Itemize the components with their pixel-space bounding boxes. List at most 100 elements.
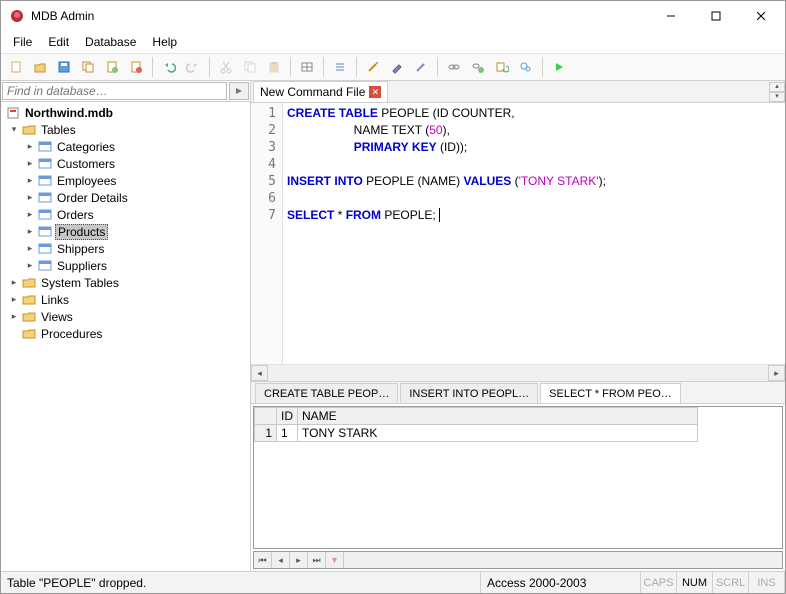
expand-icon[interactable]: ▸ <box>23 260 37 271</box>
tree-table-item[interactable]: ▸Shippers <box>1 240 250 257</box>
table-icon <box>37 190 53 206</box>
table-icon <box>37 241 53 257</box>
open-icon[interactable] <box>29 56 51 78</box>
save-icon[interactable] <box>53 56 75 78</box>
tree-table-item[interactable]: ▸Categories <box>1 138 250 155</box>
status-bar: Table "PEOPLE" dropped. Access 2000-2003… <box>1 571 785 593</box>
search-input[interactable] <box>2 82 227 100</box>
tree-table-item[interactable]: ▸Suppliers <box>1 257 250 274</box>
close-button[interactable] <box>738 2 783 30</box>
search-go-button[interactable] <box>229 82 249 100</box>
refresh-icon[interactable] <box>491 56 513 78</box>
tree-db-root[interactable]: Northwind.mdb <box>1 104 250 121</box>
expand-icon[interactable]: ▸ <box>23 243 37 254</box>
table-icon <box>37 173 53 189</box>
table-icon <box>37 156 53 172</box>
editor-tab[interactable]: New Command File ✕ <box>253 81 388 102</box>
folder-icon <box>21 275 37 291</box>
tree-tables-group[interactable]: ▾Tables <box>1 121 250 138</box>
tree-table-item[interactable]: ▸Customers <box>1 155 250 172</box>
status-engine: Access 2000-2003 <box>481 572 641 593</box>
tree-views[interactable]: ▸Views <box>1 308 250 325</box>
tree-links[interactable]: ▸Links <box>1 291 250 308</box>
tree-table-item[interactable]: ▸Employees <box>1 172 250 189</box>
nav-first-icon[interactable]: ⏮ <box>254 552 272 568</box>
tree-table-item[interactable]: ▸Orders <box>1 206 250 223</box>
nav-last-icon[interactable]: ⏭ <box>308 552 326 568</box>
table-icon <box>37 258 53 274</box>
collapse-icon[interactable]: ▾ <box>7 124 21 135</box>
new-file-icon[interactable] <box>5 56 27 78</box>
minimize-button[interactable] <box>648 2 693 30</box>
sidebar: Northwind.mdb ▾Tables ▸Categories▸Custom… <box>1 81 251 571</box>
folder-icon <box>21 326 37 342</box>
tab-close-icon[interactable]: ✕ <box>369 86 381 98</box>
folder-icon <box>21 122 37 138</box>
folder-icon <box>21 309 37 325</box>
menu-database[interactable]: Database <box>79 33 142 51</box>
tree-procedures[interactable]: Procedures <box>1 325 250 342</box>
table-icon <box>37 207 53 223</box>
expand-icon[interactable]: ▸ <box>7 277 21 288</box>
col-name[interactable]: NAME <box>298 408 698 425</box>
result-tab-insert[interactable]: INSERT INTO PEOPL… <box>400 383 538 403</box>
result-tabs: CREATE TABLE PEOP… INSERT INTO PEOPL… SE… <box>251 382 785 404</box>
results-pane: CREATE TABLE PEOP… INSERT INTO PEOPL… SE… <box>251 381 785 571</box>
title-bar: MDB Admin <box>1 1 785 31</box>
tab-scroll[interactable]: ▴▾ <box>769 82 785 102</box>
redo-icon[interactable] <box>182 56 204 78</box>
toolbar <box>1 53 785 81</box>
result-tab-select[interactable]: SELECT * FROM PEO… <box>540 383 681 403</box>
window-title: MDB Admin <box>31 9 648 23</box>
expand-icon[interactable]: ▸ <box>23 209 37 220</box>
copy2-icon[interactable] <box>239 56 261 78</box>
grid-icon[interactable] <box>296 56 318 78</box>
expand-icon[interactable]: ▸ <box>7 294 21 305</box>
expand-icon[interactable]: ▸ <box>23 192 37 203</box>
paste-icon[interactable] <box>263 56 285 78</box>
tree-table-item[interactable]: ▸Order Details <box>1 189 250 206</box>
database-icon <box>5 105 21 121</box>
expand-icon[interactable]: ▸ <box>23 158 37 169</box>
result-grid[interactable]: IDNAME 11TONY STARK <box>253 406 783 549</box>
wand2-icon[interactable] <box>410 56 432 78</box>
undo-icon[interactable] <box>158 56 180 78</box>
link-add-icon[interactable] <box>467 56 489 78</box>
wand-icon[interactable] <box>362 56 384 78</box>
table-icon <box>37 139 53 155</box>
expand-icon[interactable]: ▸ <box>23 226 37 237</box>
status-message: Table "PEOPLE" dropped. <box>1 572 481 593</box>
table-row[interactable]: 11TONY STARK <box>255 425 698 442</box>
delete-doc-icon[interactable] <box>125 56 147 78</box>
editor-hscrollbar[interactable]: ◂▸ <box>251 364 785 381</box>
menu-help[interactable]: Help <box>146 33 183 51</box>
brush-icon[interactable] <box>386 56 408 78</box>
col-id[interactable]: ID <box>277 408 298 425</box>
nav-filter-icon[interactable]: ▼ <box>326 552 344 568</box>
line-gutter: 1234567 <box>251 103 283 364</box>
copy-icon[interactable] <box>77 56 99 78</box>
nav-prev-icon[interactable]: ◂ <box>272 552 290 568</box>
expand-icon[interactable]: ▸ <box>23 141 37 152</box>
gears-icon[interactable] <box>515 56 537 78</box>
expand-icon[interactable]: ▸ <box>7 311 21 322</box>
expand-icon[interactable]: ▸ <box>23 175 37 186</box>
menu-edit[interactable]: Edit <box>42 33 75 51</box>
tree-table-item[interactable]: ▸Products <box>1 223 250 240</box>
list-icon[interactable] <box>329 56 351 78</box>
table-icon <box>37 224 53 240</box>
cut-icon[interactable] <box>215 56 237 78</box>
result-tab-create[interactable]: CREATE TABLE PEOP… <box>255 383 398 403</box>
status-ins: INS <box>749 572 785 593</box>
menu-file[interactable]: File <box>7 33 38 51</box>
sql-editor[interactable]: 1234567 CREATE TABLE PEOPLE (ID COUNTER,… <box>251 103 785 364</box>
link-icon[interactable] <box>443 56 465 78</box>
nav-next-icon[interactable]: ▸ <box>290 552 308 568</box>
record-navigator[interactable]: ⏮ ◂ ▸ ⏭ ▼ <box>253 551 783 569</box>
maximize-button[interactable] <box>693 2 738 30</box>
db-tree[interactable]: Northwind.mdb ▾Tables ▸Categories▸Custom… <box>1 102 250 571</box>
new-doc-icon[interactable] <box>101 56 123 78</box>
code-area[interactable]: CREATE TABLE PEOPLE (ID COUNTER, NAME TE… <box>283 103 785 364</box>
run-icon[interactable] <box>548 56 570 78</box>
tree-system-tables[interactable]: ▸System Tables <box>1 274 250 291</box>
